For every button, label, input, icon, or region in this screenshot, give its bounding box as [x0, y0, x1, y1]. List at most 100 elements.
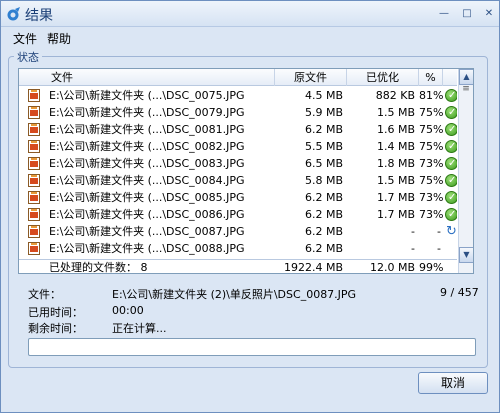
optimized-size-cell: 1.5 MB — [376, 106, 415, 119]
total-original-size: 1922.4 MB — [283, 261, 343, 274]
image-file-icon — [28, 225, 40, 238]
original-size-cell: 5.8 MB — [304, 174, 343, 187]
percent-cell: 73% — [419, 208, 444, 221]
elapsed-time-value: 00:00 — [112, 304, 144, 317]
current-file-path: E:\公司\新建文件夹 (2)\单反照片\DSC_0087.JPG — [112, 288, 357, 301]
file-list[interactable]: 文件 原文件 已优化 % E:\公司\新建文件夹 (...\DSC_0075.J… — [18, 68, 474, 274]
total-percent: 99% — [419, 261, 444, 274]
table-row[interactable]: E:\公司\新建文件夹 (...\DSC_0083.JPG 6.5 MB 1.8 M… — [19, 155, 457, 172]
original-size-cell: 6.5 MB — [304, 157, 343, 170]
percent-cell: 81% — [419, 89, 444, 102]
done-icon — [445, 104, 457, 121]
scroll-up-icon[interactable]: ▲ — [459, 69, 473, 85]
list-header: 文件 原文件 已优化 % — [19, 69, 457, 86]
column-header-percent[interactable]: % — [419, 69, 443, 86]
original-size-cell: 6.2 MB — [304, 242, 343, 255]
menu-bar: 文件 帮助 — [1, 28, 499, 46]
done-icon — [445, 121, 457, 138]
original-size-cell: 4.5 MB — [304, 89, 343, 102]
processed-count: 已处理的文件数： 8 — [49, 261, 148, 274]
done-icon — [445, 138, 457, 155]
column-header-file[interactable]: 文件 — [19, 69, 275, 86]
optimized-size-cell: - — [411, 225, 415, 238]
image-file-icon — [28, 140, 40, 153]
image-file-icon — [28, 174, 40, 187]
processing-icon: ↻ — [446, 224, 457, 239]
table-row[interactable]: E:\公司\新建文件夹 (...\DSC_0082.JPG 5.5 MB 1.4 M… — [19, 138, 457, 155]
column-header-optimized[interactable]: 已优化 — [347, 69, 419, 86]
file-path-cell: E:\公司\新建文件夹 (...\DSC_0082.JPG — [49, 140, 245, 153]
optimized-size-cell: 1.7 MB — [376, 208, 415, 221]
image-file-icon — [28, 106, 40, 119]
done-icon — [445, 189, 457, 206]
scroll-down-icon[interactable]: ▼ — [459, 247, 473, 263]
table-row[interactable]: E:\公司\新建文件夹 (...\DSC_0085.JPG 6.2 MB 1.7 M… — [19, 189, 457, 206]
table-row[interactable]: E:\公司\新建文件夹 (...\DSC_0081.JPG 6.2 MB 1.6 M… — [19, 121, 457, 138]
done-icon — [445, 155, 457, 172]
menu-help[interactable]: 帮助 — [47, 30, 71, 47]
optimized-size-cell: 1.5 MB — [376, 174, 415, 187]
file-path-cell: E:\公司\新建文件夹 (...\DSC_0086.JPG — [49, 208, 245, 221]
percent-cell: 75% — [419, 140, 444, 153]
optimized-size-cell: - — [411, 242, 415, 255]
original-size-cell: 5.5 MB — [304, 140, 343, 153]
list-rows: E:\公司\新建文件夹 (...\DSC_0075.JPG 4.5 MB 882 K… — [19, 87, 457, 257]
file-path-cell: E:\公司\新建文件夹 (...\DSC_0075.JPG — [49, 89, 245, 102]
image-file-icon — [28, 123, 40, 136]
original-size-cell: 6.2 MB — [304, 123, 343, 136]
maximize-icon[interactable]: □ — [460, 7, 474, 21]
percent-cell: 75% — [419, 174, 444, 187]
table-row[interactable]: E:\公司\新建文件夹 (...\DSC_0088.JPG 6.2 MB - - — [19, 240, 457, 257]
percent-cell: 75% — [419, 123, 444, 136]
remaining-time-value: 正在计算... — [112, 322, 167, 335]
menu-file[interactable]: 文件 — [13, 30, 37, 47]
file-path-cell: E:\公司\新建文件夹 (...\DSC_0084.JPG — [49, 174, 245, 187]
image-file-icon — [28, 157, 40, 170]
optimized-size-cell: 1.4 MB — [376, 140, 415, 153]
table-row[interactable]: E:\公司\新建文件夹 (...\DSC_0087.JPG 6.2 MB - - ↻ — [19, 223, 457, 240]
original-size-cell: 5.9 MB — [304, 106, 343, 119]
done-icon — [445, 172, 457, 189]
table-row[interactable]: E:\公司\新建文件夹 (...\DSC_0079.JPG 5.9 MB 1.5 M… — [19, 104, 457, 121]
list-scrollbar[interactable]: ▲ ≡ ▼ — [458, 69, 473, 273]
file-path-cell: E:\公司\新建文件夹 (...\DSC_0087.JPG — [49, 225, 245, 238]
file-path-cell: E:\公司\新建文件夹 (...\DSC_0085.JPG — [49, 191, 245, 204]
optimized-size-cell: 1.6 MB — [376, 123, 415, 136]
image-file-icon — [28, 191, 40, 204]
percent-cell: 73% — [419, 157, 444, 170]
file-path-cell: E:\公司\新建文件夹 (...\DSC_0081.JPG — [49, 123, 245, 136]
original-size-cell: 6.2 MB — [304, 191, 343, 204]
image-file-icon — [28, 89, 40, 102]
status-empty — [445, 242, 457, 255]
minimize-icon[interactable]: — — [437, 7, 451, 21]
table-row[interactable]: E:\公司\新建文件夹 (...\DSC_0075.JPG 4.5 MB 882 K… — [19, 87, 457, 104]
list-summary-row: 已处理的文件数： 8 1922.4 MB 12.0 MB 99% — [19, 259, 457, 274]
table-row[interactable]: E:\公司\新建文件夹 (...\DSC_0086.JPG 6.2 MB 1.7 M… — [19, 206, 457, 223]
file-path-cell: E:\公司\新建文件夹 (...\DSC_0079.JPG — [49, 106, 245, 119]
column-header-original[interactable]: 原文件 — [275, 69, 347, 86]
done-icon — [445, 87, 457, 104]
scroll-grip-icon[interactable]: ≡ — [462, 85, 470, 94]
cancel-button[interactable]: 取消 — [418, 372, 488, 394]
app-icon — [7, 7, 20, 21]
percent-cell: - — [437, 242, 441, 255]
window-title: 结果 — [25, 8, 53, 24]
close-icon[interactable]: ✕ — [482, 7, 496, 21]
remaining-time-label: 剩余时间： — [28, 322, 83, 335]
title-bar[interactable]: 结果 — □ ✕ — [1, 1, 499, 27]
optimized-size-cell: 1.8 MB — [376, 157, 415, 170]
total-optimized-size: 12.0 MB — [369, 261, 415, 274]
status-group-label: 状态 — [14, 49, 42, 65]
percent-cell: 73% — [419, 191, 444, 204]
file-path-cell: E:\公司\新建文件夹 (...\DSC_0083.JPG — [49, 157, 245, 170]
current-file-label: 文件： — [28, 288, 61, 301]
file-path-cell: E:\公司\新建文件夹 (...\DSC_0088.JPG — [49, 242, 245, 255]
image-file-icon — [28, 208, 40, 221]
elapsed-time-label: 已用时间： — [28, 306, 83, 319]
percent-cell: 75% — [419, 106, 444, 119]
optimized-size-cell: 1.7 MB — [376, 191, 415, 204]
percent-cell: - — [437, 225, 441, 238]
done-icon — [445, 206, 457, 223]
table-row[interactable]: E:\公司\新建文件夹 (...\DSC_0084.JPG 5.8 MB 1.5 M… — [19, 172, 457, 189]
original-size-cell: 6.2 MB — [304, 208, 343, 221]
